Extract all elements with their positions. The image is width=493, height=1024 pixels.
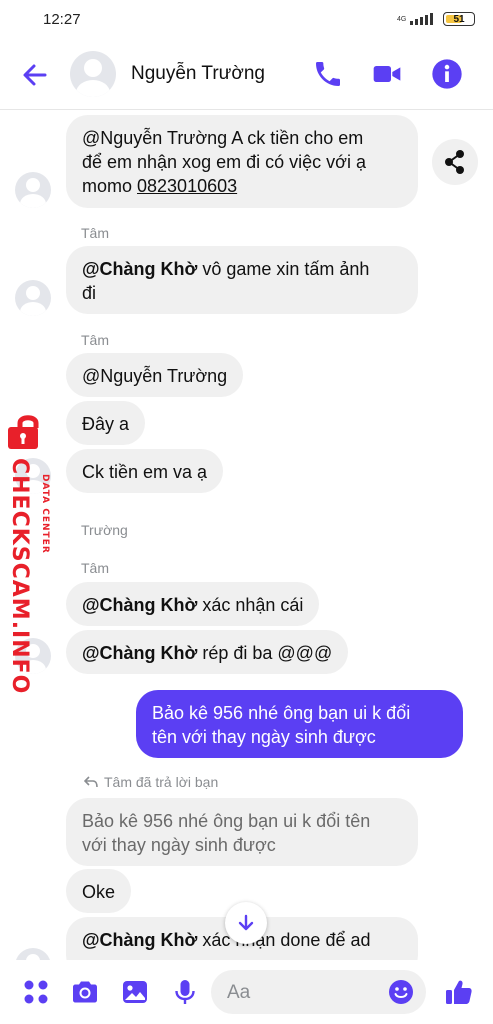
apps-icon: [24, 980, 48, 1004]
status-time: 12:27: [43, 11, 81, 28]
camera-icon: [73, 981, 97, 1003]
share-button[interactable]: [432, 139, 478, 185]
video-call-button[interactable]: [371, 58, 403, 90]
back-arrow-icon: [23, 64, 47, 86]
voice-message-button[interactable]: [170, 977, 200, 1007]
message-text: @Chàng Khờ vô game xin tấm ảnh: [82, 257, 402, 281]
contact-name[interactable]: Nguyễn Trường: [131, 63, 265, 85]
gallery-button[interactable]: [120, 977, 150, 1007]
message-text: momo: [82, 176, 138, 196]
sender-avatar[interactable]: [15, 280, 51, 316]
sender-name: Tâm: [81, 560, 109, 576]
status-bar: 12:27 4G 51: [0, 0, 493, 40]
chat-header: Nguyễn Trường: [0, 40, 493, 110]
video-camera-icon: [373, 66, 401, 82]
arrow-down-icon: [238, 914, 254, 931]
network-type: 4G: [397, 15, 407, 23]
message-text: để em nhận xog em đi có việc với ạ: [82, 152, 366, 172]
like-button[interactable]: [444, 977, 474, 1007]
reply-note-text: Tâm đã trả lời bạn: [104, 774, 219, 790]
info-icon: [432, 59, 462, 89]
message-text: @Nguyễn Trường: [82, 366, 228, 386]
watermark: DATA CENTER CHECKSCAM.INFO: [0, 412, 60, 694]
message-text: tên với thay ngày sinh được: [152, 727, 376, 747]
watermark-main: CHECKSCAM.INFO: [7, 458, 32, 695]
message-text: Oke: [82, 882, 116, 902]
lock-icon: [8, 415, 39, 449]
apps-button[interactable]: [21, 977, 51, 1007]
reply-indicator: Tâm đã trả lời bạn: [84, 774, 218, 790]
message-text: momo 0823010603: [82, 174, 402, 198]
voice-call-button[interactable]: [312, 58, 344, 90]
message-bubble[interactable]: @Nguyễn Trường A ck tiền cho em để em nh…: [66, 115, 418, 208]
message-bubble[interactable]: @Nguyễn Trường: [66, 353, 244, 397]
message-bubble[interactable]: Đây a: [66, 401, 146, 445]
thumbs-up-icon: [446, 980, 472, 1004]
contact-avatar[interactable]: [70, 51, 116, 97]
quoted-message[interactable]: Bảo kê 956 nhé ông bạn ui k đổi tên với …: [66, 798, 418, 866]
signal-icon: [410, 13, 433, 25]
quoted-text: với thay ngày sinh được: [82, 835, 276, 855]
message-text: Bảo kê 956 nhé ông bạn ui k đổi: [152, 703, 411, 723]
mention[interactable]: @Chàng Khờ: [82, 259, 197, 279]
info-button[interactable]: [431, 58, 463, 90]
quoted-text: Bảo kê 956 nhé ông bạn ui k đổi tên: [82, 811, 371, 831]
message-bubble[interactable]: Ck tiền em va ạ: [66, 449, 224, 493]
message-text: vô game xin tấm ảnh: [197, 259, 370, 279]
battery-level: 51: [453, 13, 465, 25]
message-text: Ck tiền em va ạ: [82, 462, 208, 482]
battery-icon: 51: [443, 12, 475, 26]
message-text: đi: [82, 283, 97, 303]
phone-icon: [316, 62, 340, 86]
sender-name: Trường: [81, 522, 128, 538]
gallery-icon: [123, 981, 147, 1003]
emoji-icon[interactable]: [388, 979, 414, 1005]
sender-avatar[interactable]: [15, 172, 51, 208]
message-text: Đây a: [82, 414, 130, 434]
message-text: @Nguyễn Trường A ck tiền cho em: [82, 128, 364, 148]
watermark-sub: DATA CENTER: [40, 474, 50, 554]
phone-link[interactable]: 0823010603: [137, 176, 237, 196]
reply-arrow-icon: [84, 776, 98, 788]
message-bubble[interactable]: @Chàng Khờ rép đi ba @@@: [66, 630, 349, 674]
message-input[interactable]: Aa: [211, 970, 426, 1014]
mention[interactable]: @Chàng Khờ: [82, 595, 197, 615]
back-button[interactable]: [20, 60, 50, 90]
sender-name: Tâm: [81, 332, 109, 348]
message-input-placeholder: Aa: [227, 982, 251, 1003]
mention[interactable]: @Chàng Khờ: [82, 930, 197, 950]
status-icons: 4G 51: [397, 12, 475, 26]
message-text: rép đi ba @@@: [197, 643, 333, 663]
camera-button[interactable]: [70, 977, 100, 1007]
message-text: xác nhận done để ad: [197, 930, 371, 950]
message-bubble[interactable]: Oke: [66, 869, 132, 913]
message-bubble[interactable]: @Chàng Khờ vô game xin tấm ảnh đi: [66, 246, 418, 314]
share-icon: [445, 150, 464, 174]
message-text: xác nhận cái: [197, 595, 304, 615]
message-bubble[interactable]: @Chàng Khờ xác nhận cái: [66, 582, 320, 626]
microphone-icon: [175, 980, 195, 1004]
outgoing-message-bubble[interactable]: Bảo kê 956 nhé ông bạn ui k đổi tên với …: [136, 690, 463, 758]
scroll-to-bottom-button[interactable]: [225, 902, 267, 944]
sender-name: Tâm: [81, 225, 109, 241]
mention[interactable]: @Chàng Khờ: [82, 643, 197, 663]
